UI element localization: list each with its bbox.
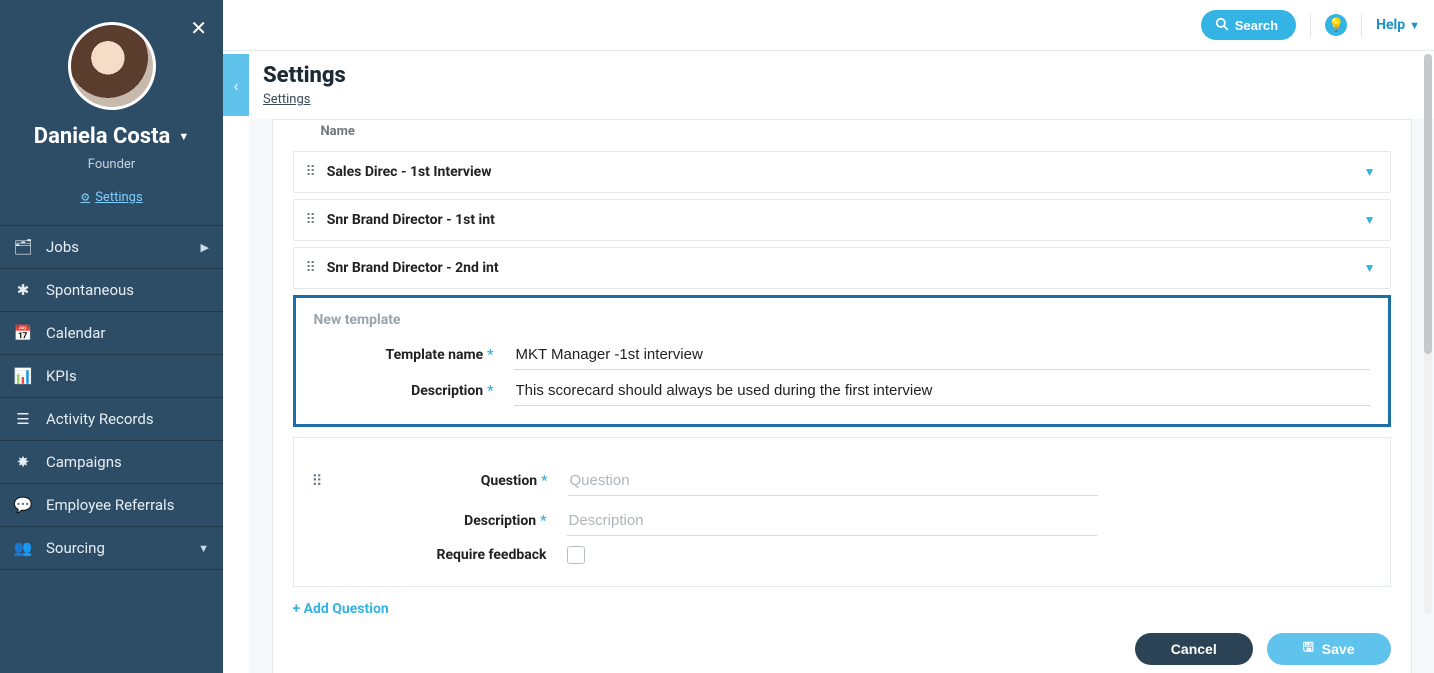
divider: [1310, 13, 1311, 37]
user-name[interactable]: Daniela Costa ▼: [0, 124, 223, 149]
breadcrumb[interactable]: Settings: [263, 92, 310, 107]
help-button[interactable]: Help ▼: [1376, 17, 1420, 33]
list-icon: ☰: [14, 410, 32, 428]
search-label: Search: [1235, 18, 1278, 33]
sidebar-item-label: Jobs: [46, 238, 79, 256]
gear-icon: ⚙: [80, 191, 90, 204]
folder-icon: 🗂: [14, 238, 32, 256]
require-feedback-checkbox[interactable]: [567, 546, 585, 564]
panel: Name ⠿ Sales Direc - 1st Interview ▼ ⠿ S…: [272, 119, 1412, 673]
main: Search 💡 Help ▼ ‹ Settings Settings Name…: [223, 0, 1434, 673]
template-row[interactable]: ⠿ Snr Brand Director - 1st int ▼: [293, 199, 1391, 241]
save-label: Save: [1322, 641, 1355, 657]
sidebar-item-label: KPIs: [46, 367, 77, 385]
asterisk-icon: ✱: [14, 281, 32, 299]
template-name: Snr Brand Director - 1st int: [327, 212, 495, 228]
template-name: Snr Brand Director - 2nd int: [327, 260, 499, 276]
template-name: Sales Direc - 1st Interview: [327, 164, 492, 180]
nav: 🗂 Jobs ▶ ✱ Spontaneous 📅 Calendar 📊 KPIs…: [0, 225, 223, 570]
burst-icon: ✸: [14, 453, 32, 471]
chevron-down-icon: ▼: [198, 542, 209, 555]
actions: Cancel 🖫 Save: [293, 633, 1391, 665]
drag-handle-icon[interactable]: ⠿: [306, 164, 317, 180]
sidebar-item-kpis[interactable]: 📊 KPIs: [0, 355, 223, 398]
search-icon: [1215, 17, 1229, 34]
chevron-down-icon: ▼: [1364, 165, 1376, 179]
template-desc-label: Description*: [314, 383, 494, 399]
new-template-block: New template Template name* Description*: [293, 295, 1391, 427]
divider: [1361, 13, 1362, 37]
sidebar-item-jobs[interactable]: 🗂 Jobs ▶: [0, 226, 223, 269]
calendar-icon: 📅: [14, 324, 32, 342]
chart-icon: 📊: [14, 367, 32, 385]
bulb-icon[interactable]: 💡: [1325, 14, 1347, 36]
drag-handle-icon[interactable]: ⠿: [306, 260, 317, 276]
template-name-input[interactable]: [514, 340, 1370, 370]
scrollbar-thumb[interactable]: [1424, 54, 1432, 354]
add-question-button[interactable]: + Add Question: [293, 601, 389, 617]
settings-link[interactable]: ⚙ Settings: [80, 190, 142, 205]
people-icon: 👥: [14, 539, 32, 557]
chevron-down-icon: ▼: [1364, 261, 1376, 275]
sidebar-item-label: Spontaneous: [46, 281, 134, 299]
settings-link-label: Settings: [95, 190, 142, 205]
avatar[interactable]: [68, 22, 156, 110]
chevron-down-icon: ▼: [178, 130, 189, 143]
search-button[interactable]: Search: [1201, 10, 1296, 40]
chevron-down-icon: ▼: [1364, 213, 1376, 227]
save-button[interactable]: 🖫 Save: [1267, 633, 1391, 665]
new-template-title: New template: [314, 312, 1370, 328]
sidebar-item-campaigns[interactable]: ✸ Campaigns: [0, 441, 223, 484]
chevron-right-icon: ▶: [201, 241, 209, 254]
scrollbar[interactable]: [1424, 54, 1432, 614]
page-header: ‹ Settings Settings: [223, 51, 1434, 119]
cancel-button[interactable]: Cancel: [1135, 633, 1253, 665]
template-row[interactable]: ⠿ Sales Direc - 1st Interview ▼: [293, 151, 1391, 193]
help-label: Help: [1376, 17, 1405, 33]
drag-handle-icon[interactable]: ⠿: [312, 472, 323, 490]
collapse-sidebar-button[interactable]: ‹: [223, 54, 249, 116]
drag-handle-icon[interactable]: ⠿: [306, 212, 317, 228]
sidebar-item-label: Campaigns: [46, 453, 122, 471]
chat-icon: 💬: [14, 496, 32, 514]
column-header-name: Name: [293, 124, 1391, 145]
question-input[interactable]: [568, 466, 1098, 496]
close-icon[interactable]: ✕: [190, 16, 207, 40]
cancel-label: Cancel: [1171, 641, 1217, 657]
template-name-label: Template name*: [314, 347, 494, 363]
question-label: Question*: [333, 473, 548, 489]
page-title: Settings: [263, 63, 346, 88]
content: Name ⠿ Sales Direc - 1st Interview ▼ ⠿ S…: [249, 119, 1434, 673]
sidebar-item-label: Calendar: [46, 324, 106, 342]
sidebar-item-label: Sourcing: [46, 539, 105, 557]
save-icon: 🖫: [1303, 638, 1314, 660]
sidebar-item-referrals[interactable]: 💬 Employee Referrals: [0, 484, 223, 527]
sidebar-item-activity[interactable]: ☰ Activity Records: [0, 398, 223, 441]
sidebar-item-label: Activity Records: [46, 410, 154, 428]
template-desc-input[interactable]: [514, 376, 1370, 406]
sidebar-item-label: Employee Referrals: [46, 496, 174, 514]
sidebar-item-calendar[interactable]: 📅 Calendar: [0, 312, 223, 355]
question-desc-input[interactable]: [567, 506, 1097, 536]
sidebar: ✕ Daniela Costa ▼ Founder ⚙ Settings 🗂 J…: [0, 0, 223, 673]
sidebar-item-spontaneous[interactable]: ✱ Spontaneous: [0, 269, 223, 312]
question-desc-label: Description*: [312, 513, 547, 529]
topbar: Search 💡 Help ▼: [223, 0, 1434, 51]
sidebar-item-sourcing[interactable]: 👥 Sourcing ▼: [0, 527, 223, 570]
user-role: Founder: [0, 157, 223, 172]
chevron-down-icon: ▼: [1409, 19, 1420, 32]
user-name-label: Daniela Costa: [34, 124, 171, 149]
template-row[interactable]: ⠿ Snr Brand Director - 2nd int ▼: [293, 247, 1391, 289]
require-feedback-label: Require feedback: [312, 547, 547, 563]
question-block: ⠿ Question* Description* Require feedbac…: [293, 437, 1391, 587]
